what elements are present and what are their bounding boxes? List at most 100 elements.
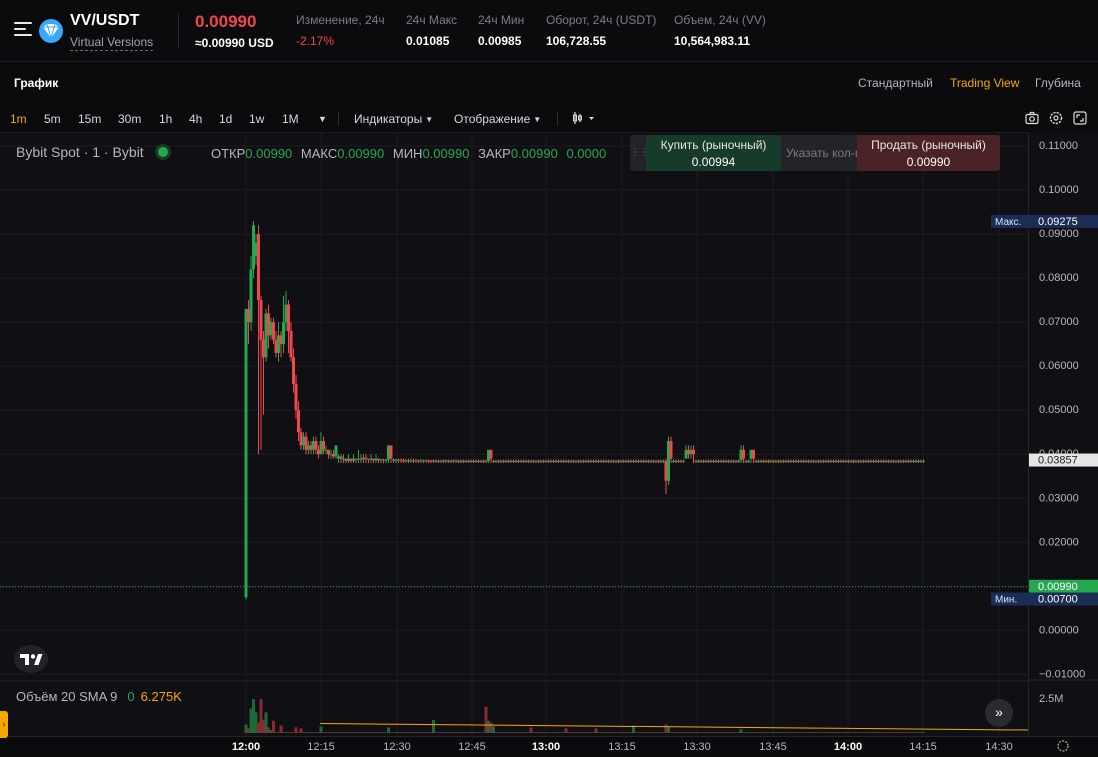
stat-change-24h: Изменение, 24ч -2.17% <box>296 13 385 48</box>
stat-value: 0.01085 <box>406 34 450 48</box>
price-marker-label: Мин. <box>995 595 1017 606</box>
candle-body <box>294 383 298 411</box>
candle-body <box>257 234 260 301</box>
camera-icon[interactable] <box>1025 111 1039 125</box>
stat-high-24h: 24ч Макс 0.01085 <box>406 13 457 48</box>
candle-body <box>249 269 253 323</box>
pair-name[interactable]: VV/USDT <box>70 12 139 30</box>
sell-label: Продать (рыночный) <box>871 138 986 152</box>
header-divider <box>178 14 179 48</box>
scroll-to-realtime-button[interactable]: » <box>985 699 1013 727</box>
timeframe-1w[interactable]: 1w <box>249 112 264 126</box>
candle-body <box>364 457 368 459</box>
pair-subtitle[interactable]: Virtual Versions <box>70 35 154 51</box>
ohlc-label: МАКС <box>300 146 338 161</box>
ohlc-value: 0.00990 <box>422 146 470 161</box>
stat-label: Объем, 24ч (VV) <box>674 13 766 27</box>
legend-source: Bybit Spot · 1 · Bybit <box>16 144 144 160</box>
side-panel-toggle-icon[interactable]: › <box>0 711 8 738</box>
tab-standard[interactable]: Стандартный <box>858 76 933 90</box>
time-tick-label: 13:30 <box>683 741 711 753</box>
buy-label: Купить (рыночный) <box>660 138 767 152</box>
chevron-down-icon: ▼ <box>425 115 434 124</box>
candle-body <box>682 460 685 462</box>
candle-body <box>399 459 403 461</box>
time-tick-label: 12:30 <box>383 741 411 753</box>
tradingview-logo-icon[interactable] <box>14 645 48 673</box>
price-marker-value: 0.09275 <box>1038 216 1078 228</box>
candle-body <box>297 410 300 433</box>
ohlc-label: ОТКР <box>211 146 246 161</box>
price-tick-label: 0.10000 <box>1039 184 1079 196</box>
indicators-label: Индикаторы <box>354 112 423 126</box>
quick-trade-panel: ⋮⋮ Купить (рыночный) 0.00994 Продать (ры… <box>630 135 1000 171</box>
ohlc-change-value: 0.0000 <box>566 146 607 161</box>
timeframe-15m[interactable]: 15m <box>78 112 101 126</box>
indicators-button[interactable]: Индикаторы ▼ <box>354 112 433 126</box>
stat-value: -2.17% <box>296 34 335 48</box>
price-tick-label: 0.11000 <box>1039 140 1078 152</box>
candle-body <box>259 300 263 340</box>
menu-icon[interactable] <box>14 22 32 40</box>
stat-label: Изменение, 24ч <box>296 13 385 27</box>
market-status-dot-icon <box>157 147 168 157</box>
ohlc-readout: ОТКР0.00990 МАКС0.00990 МИН0.00990 ЗАКР0… <box>211 146 630 161</box>
chevron-down-icon: ▼ <box>533 115 542 124</box>
volume-bar <box>387 727 390 733</box>
stat-value: 0.00985 <box>478 34 522 48</box>
chart-canvas[interactable] <box>0 132 1029 737</box>
drag-handle-icon[interactable]: ⋮⋮ <box>630 135 650 171</box>
chart-title[interactable]: График <box>14 76 58 90</box>
timeframe-30m[interactable]: 30m <box>118 112 141 126</box>
timeframe-more-chevron-down-icon[interactable]: ▼ <box>318 114 327 124</box>
volume-bar <box>272 720 275 733</box>
timeframe-1m[interactable]: 1m <box>10 112 27 126</box>
candle-body <box>669 441 673 459</box>
settings-icon[interactable] <box>1049 111 1063 125</box>
market-sell-button[interactable]: Продать (рыночный) 0.00990 <box>857 135 1000 171</box>
stat-low-24h: 24ч Мин 0.00985 <box>478 13 524 48</box>
candle-body <box>292 357 295 384</box>
timeframe-4h[interactable]: 4h <box>189 112 202 126</box>
tab-trading-view[interactable]: Trading View <box>950 76 1019 90</box>
stat-volume-24h: Объем, 24ч (VV) 10,564,983.11 <box>674 13 766 48</box>
stat-label: Оборот, 24ч (USDT) <box>546 13 657 27</box>
volume-bar <box>492 726 495 733</box>
price-tick-label: 0.06000 <box>1039 360 1079 372</box>
tab-depth[interactable]: Глубина <box>1035 76 1081 90</box>
timeframe-5m[interactable]: 5m <box>44 112 61 126</box>
display-button[interactable]: Отображение ▼ <box>454 112 541 126</box>
ohlc-label: МИН <box>392 146 423 161</box>
ohlc-label: ЗАКР <box>478 146 511 161</box>
price-axis-labels: 0.11000 0.10000 0.09000 0.08000 0.07000 0.060… <box>991 140 1098 705</box>
market-buy-button[interactable]: Купить (рыночный) 0.00994 <box>646 135 781 171</box>
candle-body <box>244 308 248 598</box>
timeframe-1h[interactable]: 1h <box>159 112 172 126</box>
coin-logo-icon <box>39 19 63 43</box>
time-tick-label: 12:15 <box>307 741 335 753</box>
fullscreen-icon[interactable] <box>1073 111 1087 125</box>
candlestick-chart[interactable] <box>0 133 1029 737</box>
timeframe-1M[interactable]: 1M <box>282 112 299 126</box>
candle-body <box>752 449 755 459</box>
volume-sma-value: 6.275K <box>140 689 182 704</box>
volume-label: Объём 20 SMA 9 <box>16 689 118 704</box>
timeframe-1d[interactable]: 1d <box>219 112 232 126</box>
quantity-input[interactable] <box>781 135 857 171</box>
candle-body <box>692 449 695 455</box>
price-axis[interactable]: 0.11000 0.10000 0.09000 0.08000 0.07000 0.060… <box>991 132 1098 736</box>
candle-body <box>484 460 488 462</box>
candle-body <box>314 441 318 450</box>
volume-bar <box>294 727 298 733</box>
price-marker-value: 0.03857 <box>1038 455 1078 467</box>
candle-body <box>747 460 750 462</box>
candle-body <box>737 460 740 462</box>
time-axis[interactable]: 12:00 12:15 12:30 12:45 13:00 13:15 13:30 13:45… <box>0 736 1098 757</box>
time-tick-label: 13:15 <box>608 741 636 753</box>
price-tick-label: 0.08000 <box>1039 272 1079 284</box>
chart-tabbar: График Стандартный Trading View Глубина <box>0 62 1098 104</box>
volume-value: 0 <box>127 689 135 704</box>
candle-body <box>389 445 393 459</box>
price-marker: 0.03857 <box>1029 453 1098 467</box>
candle-type-icon[interactable] <box>572 111 594 125</box>
